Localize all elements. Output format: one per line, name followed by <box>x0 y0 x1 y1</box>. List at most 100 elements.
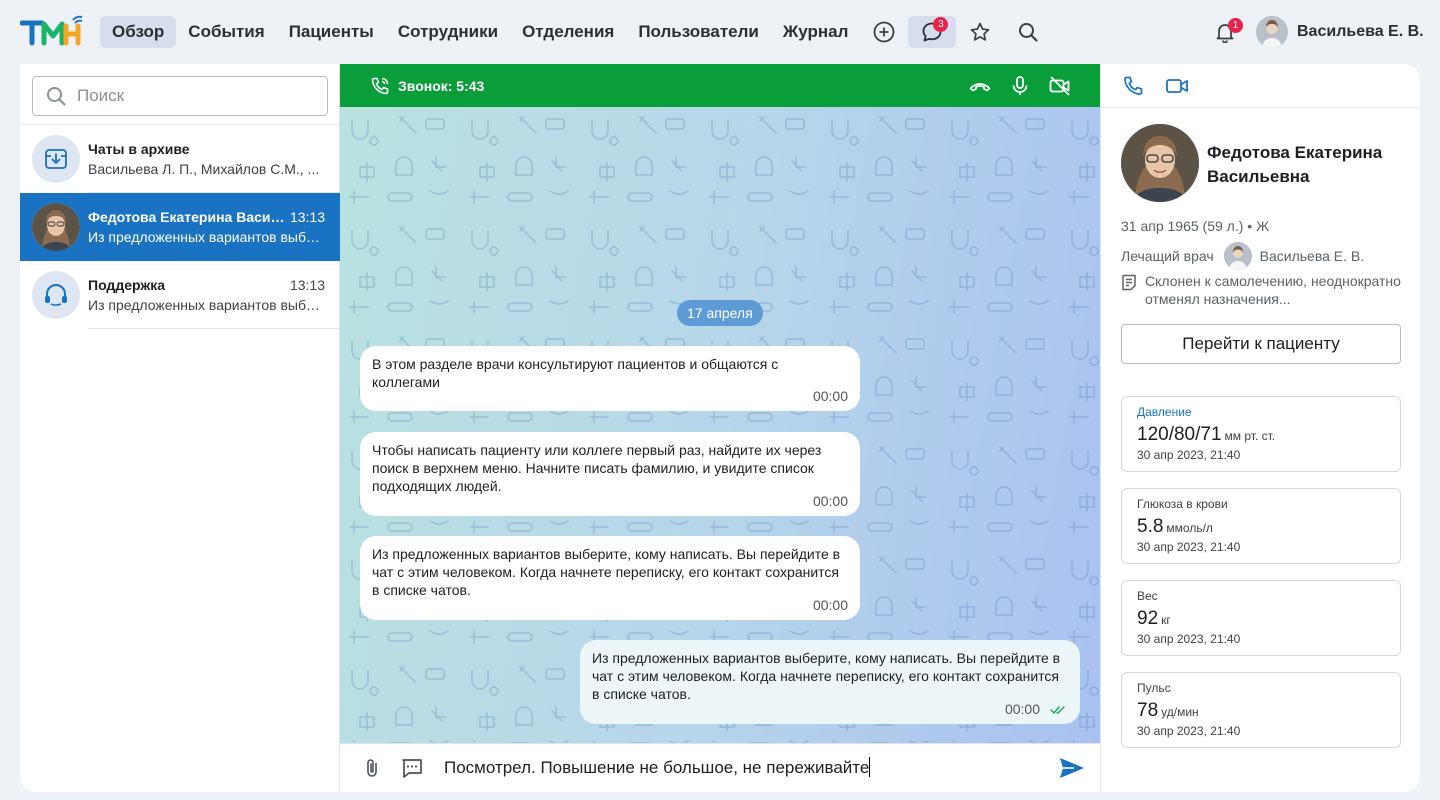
chat-item-fedotova[interactable]: Федотова Екатерина Васильевна 13:13 Из п… <box>20 193 340 261</box>
message-incoming[interactable]: Чтобы написать пациенту или коллеге перв… <box>360 432 860 516</box>
plus-circle-icon <box>874 21 895 43</box>
archive-icon <box>45 149 67 169</box>
vital-card-weight[interactable]: Вес 92 кг 30 апр 2023, 21:40 <box>1121 580 1401 656</box>
support-icon <box>45 284 67 306</box>
nav-item-users[interactable]: Пользователи <box>626 16 771 48</box>
send-icon <box>1060 758 1084 778</box>
patient-avatar <box>1121 124 1199 202</box>
vital-value: 120/80/71 <box>1137 424 1222 445</box>
camera-off-button[interactable] <box>1048 74 1072 98</box>
microphone-button[interactable] <box>1008 74 1032 98</box>
chat-avatar <box>32 203 80 251</box>
nav-item-events[interactable]: События <box>176 16 276 48</box>
vital-label: Давление <box>1137 405 1192 419</box>
vital-date: 30 апр 2023, 21:40 <box>1137 448 1241 462</box>
search-icon <box>47 87 66 106</box>
patient-panel-toolbar <box>1101 64 1420 108</box>
video-call-button[interactable] <box>1165 74 1189 98</box>
vital-card-pressure[interactable]: Давление 120/80/71 мм рт. ст. 30 апр 2023… <box>1121 396 1401 472</box>
message-text: Из предложенных вариантов выберите, кому… <box>372 546 841 598</box>
star-icon <box>970 22 990 41</box>
message-time: 00:00 <box>1004 701 1040 717</box>
user-avatar <box>1256 16 1288 48</box>
chat-preview: Из предложенных вариантов выберите, кому… <box>88 229 326 245</box>
chat-search[interactable] <box>32 76 328 116</box>
nav-item-departments[interactable]: Отделения <box>510 16 626 48</box>
message-template-icon <box>402 759 422 778</box>
nav-item-staff[interactable]: Сотрудники <box>386 16 510 48</box>
hang-up-button[interactable] <box>968 74 992 98</box>
patient-demographics: 31 апр 1965 (59 л.) • Ж <box>1121 218 1269 234</box>
call-timer: Звонок: 5:43 <box>398 77 485 94</box>
main-panel: Чаты в архиве Васильева Л. П., Михайлов … <box>20 64 1420 792</box>
archive-avatar <box>32 135 80 183</box>
hang-up-icon <box>969 83 991 92</box>
message-text: Из предложенных вариантов выберите, кому… <box>592 650 1061 702</box>
message-incoming[interactable]: В этом разделе врачи консультируют пацие… <box>360 346 860 411</box>
chat-title: Поддержка <box>88 277 166 293</box>
conversation-panel: Звонок: 5:43 17 апреля В этом разделе вр… <box>340 64 1100 792</box>
notifications-button[interactable]: 1 <box>1210 16 1243 48</box>
chat-list-panel: Чаты в архиве Васильева Л. П., Михайлов … <box>20 64 340 792</box>
nav-item-patients[interactable]: Пациенты <box>277 16 386 48</box>
vital-date: 30 апр 2023, 21:40 <box>1137 540 1241 554</box>
video-camera-icon <box>1166 78 1188 93</box>
call-bar: Звонок: 5:43 <box>340 64 1100 107</box>
message-composer: Посмотрел. Повышение не большое, не пере… <box>340 743 1100 792</box>
user-name: Васильева Е. В. <box>1297 23 1424 40</box>
chat-background: 17 апреля В этом разделе врачи консульти… <box>340 107 1100 743</box>
go-to-patient-button[interactable]: Перейти к пациенту <box>1121 324 1401 364</box>
chat-list: Чаты в архиве Васильева Л. П., Михайлов … <box>20 124 340 329</box>
user-menu[interactable]: Васильева Е. В. <box>1256 16 1424 48</box>
message-incoming[interactable]: Из предложенных вариантов выберите, кому… <box>360 536 860 620</box>
patient-panel: Федотова Екатерина Васильевна 31 апр 196… <box>1100 64 1420 792</box>
nav-item-overview[interactable]: Обзор <box>100 16 177 48</box>
chat-preview: Васильева Л. П., Михайлов С.М., ... <box>88 161 320 177</box>
vital-unit: кг <box>1161 613 1171 627</box>
vital-value: 5.8 <box>1137 516 1164 537</box>
vital-value: 92 <box>1137 608 1159 629</box>
tmk-logo[interactable] <box>20 14 86 46</box>
send-button[interactable] <box>1058 756 1086 780</box>
search-button[interactable] <box>1004 16 1052 48</box>
message-draft-text: Посмотрел. Повышение не большое, не пере… <box>444 758 870 777</box>
favorites-button[interactable] <box>956 16 1004 48</box>
vital-unit: мм рт. ст. <box>1224 429 1276 443</box>
phone-icon <box>1124 76 1143 95</box>
doctor-name[interactable]: Васильева Е. В. <box>1260 248 1365 264</box>
chat-title: Чаты в архиве <box>88 141 190 157</box>
chat-time: 13:13 <box>289 209 325 225</box>
vital-unit: уд/мин <box>1161 705 1199 719</box>
attach-button[interactable] <box>360 756 384 780</box>
message-outgoing[interactable]: Из предложенных вариантов выберите, кому… <box>580 640 1080 724</box>
vital-label: Пульс <box>1137 681 1171 695</box>
chats-button[interactable]: 3 <box>908 16 957 48</box>
date-chip: 17 апреля <box>677 300 763 326</box>
message-time: 00:00 <box>812 493 848 509</box>
patient-note-text: Склонен к самолечению, неоднократно отме… <box>1145 273 1401 307</box>
patient-name: Федотова Екатерина Васильевна <box>1207 143 1383 186</box>
vital-unit: ммоль/л <box>1166 521 1213 535</box>
vital-card-pulse[interactable]: Пульс 78 уд/мин 30 апр 2023, 21:40 <box>1121 672 1401 748</box>
message-input[interactable]: Посмотрел. Повышение не большое, не пере… <box>444 757 871 778</box>
message-time: 00:00 <box>812 597 848 613</box>
patient-note: Склонен к самолечению, неоднократно отме… <box>1121 272 1411 308</box>
chat-item-archive[interactable]: Чаты в архиве Васильева Л. П., Михайлов … <box>20 125 340 193</box>
vital-card-glucose[interactable]: Глюкоза в крови 5.8 ммоль/л 30 апр 2023, … <box>1121 488 1401 564</box>
chat-time: 13:13 <box>289 277 325 293</box>
chat-search-input[interactable] <box>77 86 307 106</box>
nav-item-journal[interactable]: Журнал <box>771 16 861 48</box>
message-text: В этом разделе врачи консультируют пацие… <box>372 356 779 390</box>
doctor-label: Лечащий врач <box>1121 248 1214 264</box>
video-off-icon <box>1049 76 1070 96</box>
templates-button[interactable] <box>400 756 424 780</box>
read-checkmarks-icon <box>1050 706 1065 715</box>
vital-label: Глюкоза в крови <box>1137 497 1228 511</box>
add-button[interactable] <box>860 16 908 48</box>
search-icon <box>1019 23 1039 42</box>
message-text: Чтобы написать пациенту или коллеге перв… <box>372 442 822 494</box>
main-nav: Обзор События Пациенты Сотрудники Отделе… <box>100 16 1052 48</box>
divider <box>88 328 340 329</box>
chat-item-support[interactable]: Поддержка 13:13 Из предложенных варианто… <box>20 261 340 329</box>
audio-call-button[interactable] <box>1121 74 1145 98</box>
